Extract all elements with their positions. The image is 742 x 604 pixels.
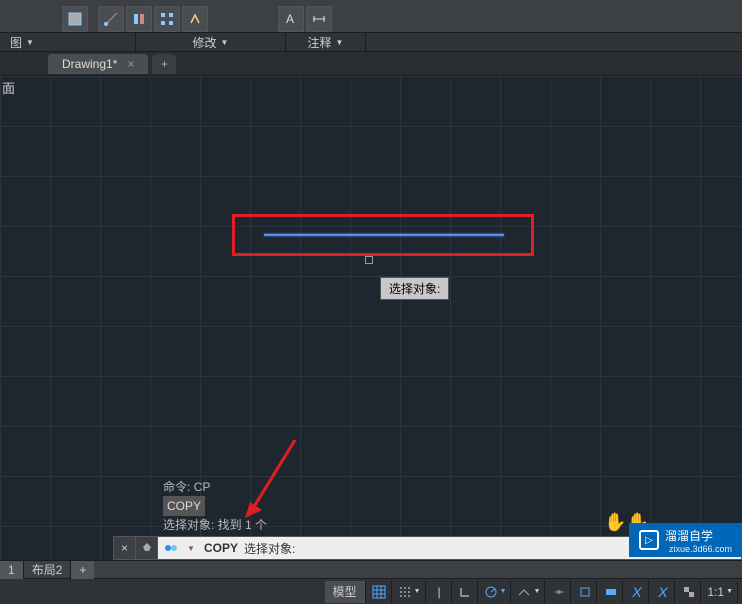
layout-tab-1[interactable]: 1 [0,561,24,579]
play-icon: ▷ [639,530,659,550]
panel-modify[interactable]: 修改 ▼ [136,33,286,51]
osnap-btn[interactable] [547,581,571,603]
command-history: 命令: CP COPY 选择对象: 找到 1 个 [163,478,267,534]
close-cmdline-button[interactable]: × [114,537,136,559]
status-toggle-a[interactable] [573,581,597,603]
side-label: 面 [2,78,15,97]
watermark: ▷ 溜溜自学 zixue.3d66.com [629,523,742,557]
isodraft-toggle[interactable]: ▼ [513,581,545,603]
file-tab[interactable]: Drawing1* × [48,54,148,74]
ribbon-tool-3[interactable] [126,6,152,32]
input-prompt-icon [164,541,178,555]
status-toggle-c[interactable]: X [625,581,649,603]
document-tabs: Drawing1* × + [0,52,742,76]
snap-toggle[interactable]: ▼ [394,581,426,603]
watermark-brand: 溜溜自学 [665,527,732,544]
ortho-toggle[interactable] [454,581,478,603]
ribbon-tool-4[interactable] [154,6,180,32]
chevron-down-icon: ▼ [26,38,34,47]
add-tab-button[interactable]: + [152,54,176,74]
tab-label: Drawing1* [62,57,117,71]
panel-label: 注释 [308,34,332,51]
polar-toggle[interactable]: ▼ [480,581,512,603]
svg-text:A: A [286,12,294,26]
panel-label: 图 [10,34,22,51]
copy-command-label: COPY [163,496,205,516]
ribbon-tool-5[interactable] [182,6,208,32]
scale-button[interactable]: 1:1 ▼ [703,581,738,603]
customize-cmdline-button[interactable] [136,537,158,559]
ribbon-dim-tool[interactable] [306,6,332,32]
ribbon-toolbar: A [0,0,742,32]
panel-bar: 图 ▼ 修改 ▼ 注释 ▼ [0,32,742,52]
panel-annotate[interactable]: 注释 ▼ [286,33,366,51]
cursor-tooltip: 选择对象: [380,277,449,300]
transparency-toggle[interactable] [677,581,701,603]
grid-toggle[interactable] [368,581,392,603]
drawing-canvas[interactable]: 面 选择对象: 命令: CP COPY 选择对象: 找到 1 个 × ▼ COP… [0,76,742,560]
chevron-down-icon: ▼ [221,38,229,47]
status-toggle-b[interactable] [599,581,623,603]
panel-label: 修改 [193,34,217,51]
selected-line[interactable] [264,234,504,236]
close-icon[interactable]: × [127,57,134,71]
ribbon-tool-1[interactable] [62,6,88,32]
grip-handle[interactable] [365,256,373,264]
watermark-url: zixue.3d66.com [669,544,732,554]
add-layout-button[interactable]: + [71,561,94,579]
ribbon-text-tool[interactable]: A [278,6,304,32]
status-bar: 模型 ▼ | ▼ ▼ X X 1:1 ▼ [0,578,742,604]
command-prompt: 选择对象: [244,540,295,557]
layout-tabs: 1 布局2 + [0,560,742,578]
chevron-down-icon: ▼ [336,38,344,47]
chevron-down-icon[interactable]: ▼ [184,541,198,555]
model-button[interactable]: 模型 [325,581,366,603]
command-text: COPY [204,541,238,555]
divider: | [428,581,452,603]
ribbon-tool-2[interactable] [98,6,124,32]
status-toggle-d[interactable]: X [651,581,675,603]
layout-tab-2[interactable]: 布局2 [24,559,72,580]
panel-drawing[interactable]: 图 ▼ [0,33,136,51]
